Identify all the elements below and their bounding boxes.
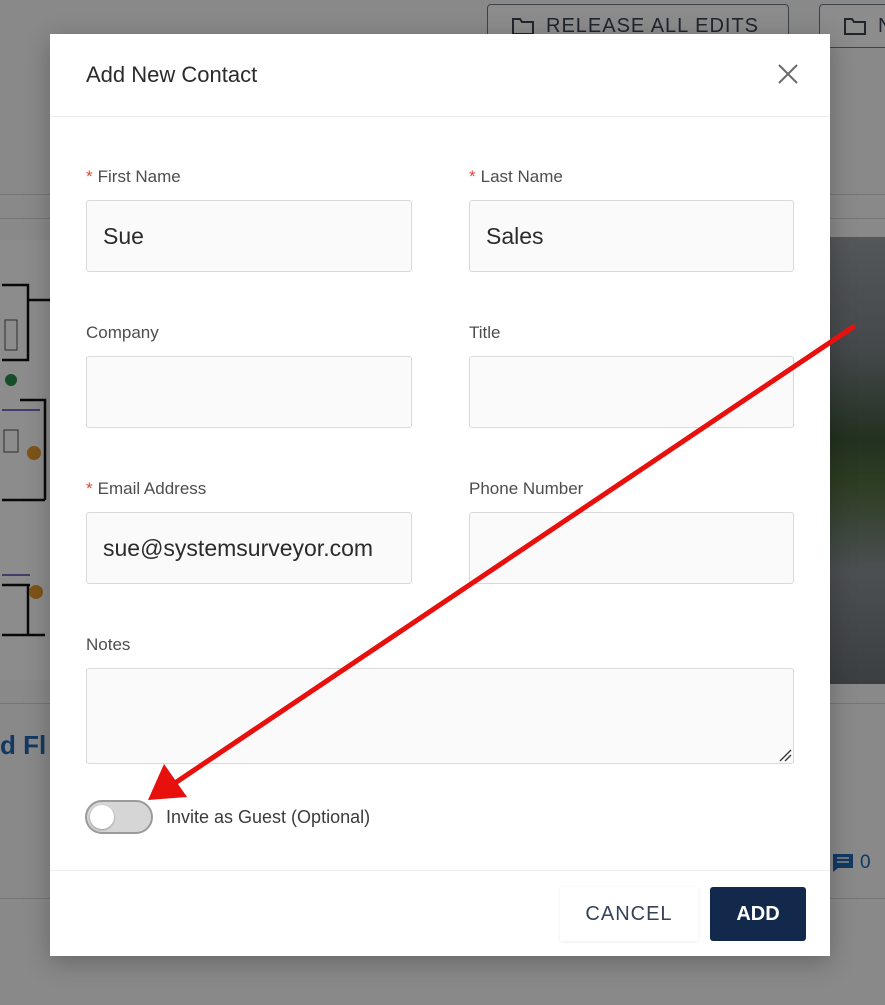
required-marker: *: [86, 167, 93, 186]
dialog-title: Add New Contact: [86, 62, 258, 87]
close-button[interactable]: [776, 62, 800, 86]
title-input[interactable]: [469, 356, 794, 428]
last-name-label: * Last Name: [469, 167, 563, 187]
notes-label: Notes: [86, 635, 131, 654]
required-marker: *: [86, 479, 93, 498]
required-marker: *: [469, 167, 476, 186]
toggle-knob: [90, 805, 114, 829]
phone-label: Phone Number: [469, 479, 584, 498]
dialog-footer: CANCEL ADD: [50, 870, 830, 957]
add-contact-dialog: Add New Contact *First Name *Last Name C…: [50, 34, 830, 956]
first-name-input[interactable]: [86, 200, 412, 272]
email-label-text: Email Address: [97, 479, 207, 498]
cancel-button[interactable]: CANCEL: [560, 887, 698, 941]
company-input[interactable]: [86, 356, 412, 428]
resize-handle-icon[interactable]: [778, 748, 792, 762]
add-button[interactable]: ADD: [710, 887, 806, 941]
first-name-label: * First Name: [86, 167, 181, 187]
notes-textarea[interactable]: [86, 668, 794, 764]
email-label: * Email Address: [86, 479, 206, 499]
phone-input[interactable]: [469, 512, 794, 584]
first-name-label-text: First Name: [97, 167, 181, 186]
email-input[interactable]: [86, 512, 412, 584]
company-label: Company: [86, 323, 159, 342]
invite-guest-toggle[interactable]: [85, 800, 153, 834]
close-icon: [778, 64, 798, 84]
invite-guest-label: Invite as Guest (Optional): [166, 807, 371, 827]
title-label: Title: [469, 323, 501, 342]
dialog-header: Add New Contact: [50, 34, 830, 117]
last-name-label-text: Last Name: [480, 167, 563, 186]
last-name-input[interactable]: [469, 200, 794, 272]
